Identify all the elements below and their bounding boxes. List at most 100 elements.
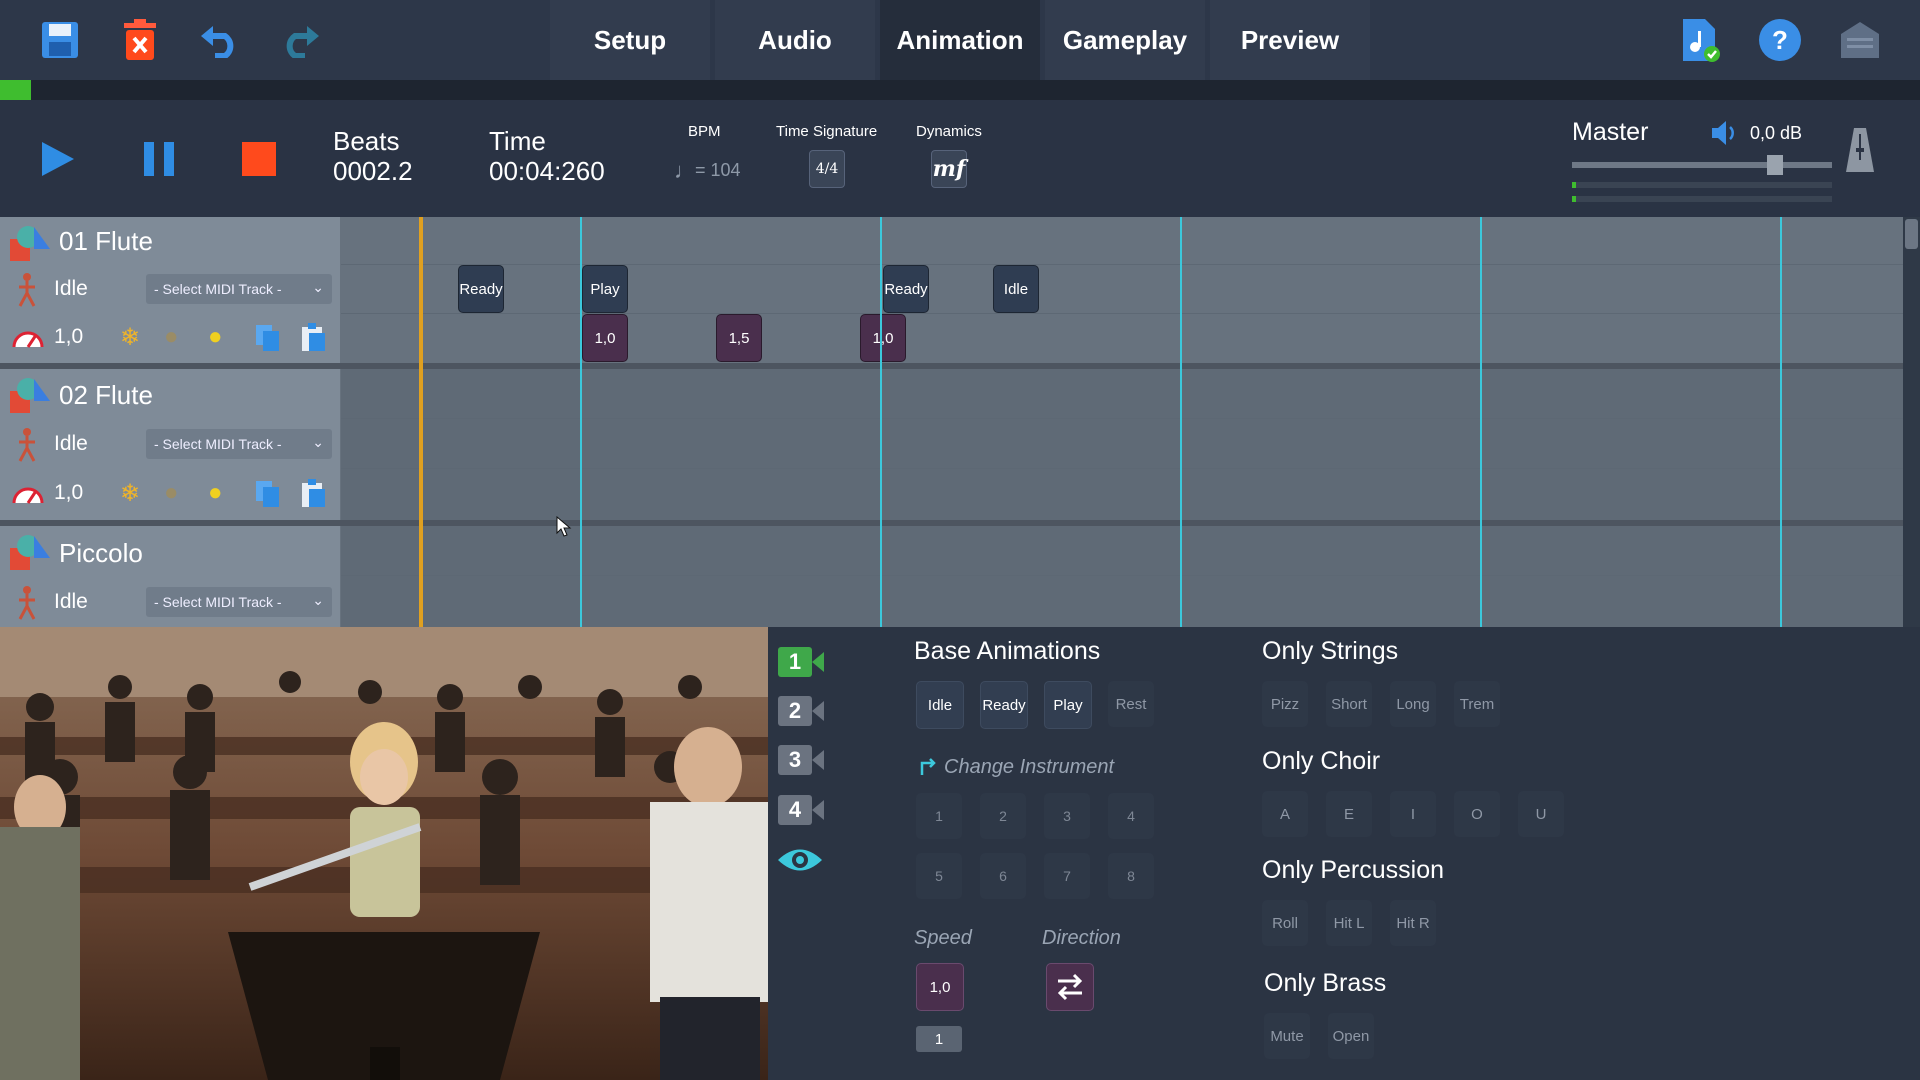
time-signature-button[interactable]: 4/4 xyxy=(809,150,845,188)
timeline-scrollbar-thumb[interactable] xyxy=(1905,219,1918,249)
strings-trem-button[interactable]: Trem xyxy=(1454,681,1500,727)
midi-track-select[interactable]: - Select MIDI Track - ⌄ xyxy=(146,429,332,459)
track-header-piccolo: Piccolo Idle - Select MIDI Track - ⌄ xyxy=(0,526,340,627)
broom-icon[interactable]: ❄ xyxy=(120,479,140,508)
music-file-check-icon[interactable] xyxy=(1674,14,1726,66)
brass-mute-button[interactable]: Mute xyxy=(1264,1013,1310,1059)
bpm-value[interactable]: = 104 xyxy=(695,160,741,181)
strings-pizz-button[interactable]: Pizz xyxy=(1262,681,1308,727)
only-percussion-title: Only Percussion xyxy=(1262,856,1444,885)
bulb-off-icon[interactable]: ● xyxy=(164,479,179,507)
level-meter-right xyxy=(1572,196,1832,202)
animation-tag[interactable]: Ready xyxy=(883,265,929,313)
copy-icon[interactable] xyxy=(254,479,282,514)
choir-u-button[interactable]: U xyxy=(1518,791,1564,837)
speed-tag[interactable]: 1,0 xyxy=(582,314,628,362)
instrument-2-button[interactable]: 2 xyxy=(980,793,1026,839)
timeline-row-speed[interactable] xyxy=(341,468,1903,517)
anim-rest-button[interactable]: Rest xyxy=(1108,681,1154,727)
midi-track-select-value: - Select MIDI Track - xyxy=(154,594,282,610)
choir-i-button[interactable]: I xyxy=(1390,791,1436,837)
copy-icon[interactable] xyxy=(254,323,282,358)
song-progress-fill xyxy=(0,80,31,100)
percussion-hit-r-button[interactable]: Hit R xyxy=(1390,900,1436,946)
exit-icon[interactable] xyxy=(1834,14,1886,66)
choir-a-button[interactable]: A xyxy=(1262,791,1308,837)
instrument-3-button[interactable]: 3 xyxy=(1044,793,1090,839)
level-meter-left-fill xyxy=(1572,182,1576,188)
speaker-icon[interactable] xyxy=(1710,120,1738,151)
timeline-row-animation[interactable] xyxy=(341,264,1903,313)
eye-icon[interactable] xyxy=(776,845,824,880)
top-toolbar: Setup Audio Animation Gameplay Preview ? xyxy=(0,0,1920,80)
tab-animation[interactable]: Animation xyxy=(880,0,1040,80)
speed-tag[interactable]: 1,0 xyxy=(860,314,906,362)
tab-preview[interactable]: Preview xyxy=(1210,0,1370,80)
track-timeline-02-flute[interactable] xyxy=(341,369,1903,520)
track-timeline-01-flute[interactable]: Ready Play Ready Idle 1,0 1,5 1,0 xyxy=(341,217,1903,363)
song-progress-track[interactable] xyxy=(0,80,1920,100)
timeline-row-animation[interactable] xyxy=(341,575,1903,624)
animation-tag[interactable]: Idle xyxy=(993,265,1039,313)
bulb-on-icon[interactable]: ● xyxy=(208,323,223,351)
instrument-8-button[interactable]: 8 xyxy=(1108,853,1154,899)
brass-open-button[interactable]: Open xyxy=(1328,1013,1374,1059)
tab-audio[interactable]: Audio xyxy=(715,0,875,80)
strings-long-button[interactable]: Long xyxy=(1390,681,1436,727)
playhead[interactable] xyxy=(419,217,423,627)
strings-short-button[interactable]: Short xyxy=(1326,681,1372,727)
track-header-02-flute: 02 Flute Idle - Select MIDI Track - ⌄ 1,… xyxy=(0,369,340,520)
choir-e-button[interactable]: E xyxy=(1326,791,1372,837)
instrument-6-button[interactable]: 6 xyxy=(980,853,1026,899)
camera-4-button[interactable]: 4 xyxy=(778,795,812,825)
tab-gameplay[interactable]: Gameplay xyxy=(1045,0,1205,80)
anim-ready-button[interactable]: Ready xyxy=(980,681,1028,729)
timeline-row-speed[interactable] xyxy=(341,313,1903,362)
metronome-icon[interactable] xyxy=(1846,128,1874,177)
redo-icon[interactable] xyxy=(274,14,326,66)
play-icon[interactable] xyxy=(42,142,74,181)
swap-arrows-icon xyxy=(918,757,940,784)
track-timeline-piccolo[interactable] xyxy=(341,526,1903,627)
scene-preview[interactable] xyxy=(0,627,768,1080)
animation-tag[interactable]: Ready xyxy=(458,265,504,313)
help-icon[interactable]: ? xyxy=(1754,14,1806,66)
save-icon[interactable] xyxy=(34,14,86,66)
animation-tag[interactable]: Play xyxy=(582,265,628,313)
paste-icon[interactable] xyxy=(300,479,328,514)
undo-icon[interactable] xyxy=(194,14,246,66)
instrument-1-button[interactable]: 1 xyxy=(916,793,962,839)
anim-play-button[interactable]: Play xyxy=(1044,681,1092,729)
level-meter-left xyxy=(1572,182,1832,188)
percussion-roll-button[interactable]: Roll xyxy=(1262,900,1308,946)
bulb-off-icon[interactable]: ● xyxy=(164,323,179,351)
speed-step-button[interactable]: 1 xyxy=(916,1026,962,1052)
camera-3-button[interactable]: 3 xyxy=(778,745,812,775)
bulb-on-icon[interactable]: ● xyxy=(208,479,223,507)
percussion-hit-l-button[interactable]: Hit L xyxy=(1326,900,1372,946)
camera-1-button[interactable]: 1 xyxy=(778,647,812,677)
change-instrument-title: Change Instrument xyxy=(944,756,1114,779)
choir-o-button[interactable]: O xyxy=(1454,791,1500,837)
tab-setup[interactable]: Setup xyxy=(550,0,710,80)
anim-idle-button[interactable]: Idle xyxy=(916,681,964,729)
timeline-scrollbar[interactable] xyxy=(1903,217,1920,627)
instrument-4-button[interactable]: 4 xyxy=(1108,793,1154,839)
midi-track-select[interactable]: - Select MIDI Track - ⌄ xyxy=(146,587,332,617)
instrument-7-button[interactable]: 7 xyxy=(1044,853,1090,899)
midi-track-select[interactable]: - Select MIDI Track - ⌄ xyxy=(146,274,332,304)
instrument-5-button[interactable]: 5 xyxy=(916,853,962,899)
speed-value-button[interactable]: 1,0 xyxy=(916,963,964,1011)
dynamics-button[interactable]: mf xyxy=(931,150,967,188)
stop-icon[interactable] xyxy=(242,142,276,181)
camera-2-button[interactable]: 2 xyxy=(778,696,812,726)
delete-icon[interactable] xyxy=(114,14,166,66)
timeline-row-animation[interactable] xyxy=(341,418,1903,467)
pause-icon[interactable] xyxy=(144,142,174,181)
master-volume-slider[interactable] xyxy=(1572,162,1832,168)
master-volume-handle[interactable] xyxy=(1767,155,1783,175)
broom-icon[interactable]: ❄ xyxy=(120,323,140,352)
speed-tag[interactable]: 1,5 xyxy=(716,314,762,362)
paste-icon[interactable] xyxy=(300,323,328,358)
direction-button[interactable] xyxy=(1046,963,1094,1011)
